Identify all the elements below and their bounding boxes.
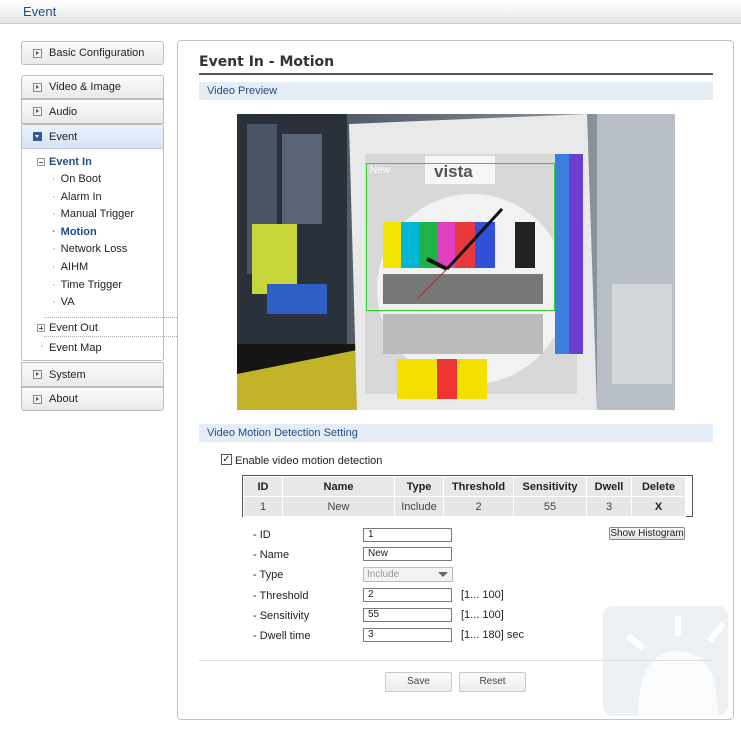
column-header: Name: [282, 476, 395, 497]
section-header-video-preview: Video Preview: [199, 82, 713, 100]
tree-item-event-map[interactable]: Event Map: [49, 342, 102, 354]
sensitivity-field[interactable]: 55: [363, 608, 452, 622]
cell-threshold: 2: [443, 496, 514, 517]
tree-item-on-boot[interactable]: · On Boot: [52, 173, 101, 185]
sidebar-item-label: System: [49, 368, 86, 381]
enable-motion-checkbox[interactable]: ✓: [221, 454, 232, 465]
divider: [199, 660, 713, 661]
sidebar-item-video-image[interactable]: Video & Image: [21, 75, 164, 99]
divider: [44, 336, 181, 337]
sidebar-item-audio[interactable]: Audio: [21, 99, 164, 124]
tree-item-manual-trigger[interactable]: · Manual Trigger: [52, 208, 134, 220]
cell-sensitivity: 55: [513, 496, 587, 517]
type-label: - Type: [253, 569, 284, 581]
sidebar-event-group: Event Event In · On Boot · Alarm In · Manua…: [21, 124, 181, 361]
enable-motion-label: Enable video motion detection: [235, 455, 383, 467]
sidebar-item-label: Video & Image: [49, 81, 121, 93]
sidebar-item-label: Audio: [49, 105, 78, 118]
sensitivity-label: - Sensitivity: [253, 610, 310, 622]
sidebar-item-system[interactable]: System: [21, 362, 164, 387]
window-title-bar: Event: [0, 0, 741, 24]
cell-id: 1: [243, 496, 283, 517]
tree-item-motion[interactable]: · Motion: [52, 226, 97, 238]
delete-button[interactable]: X: [631, 496, 686, 517]
expand-icon: [33, 48, 42, 58]
chevron-down-icon: [438, 572, 448, 577]
column-header: Threshold: [443, 476, 514, 497]
tree-item-event-in[interactable]: Event In: [49, 156, 92, 168]
main-panel: Event In - Motion Video Preview vista Ne…: [177, 40, 734, 720]
dwell-time-label: - Dwell time: [253, 630, 311, 642]
tree-dot: ·: [40, 340, 44, 352]
threshold-field[interactable]: 2: [363, 588, 452, 602]
expand-icon: [33, 82, 42, 92]
column-header: Type: [394, 476, 444, 497]
sidebar-item-basic-configuration[interactable]: Basic Configuration: [21, 41, 164, 65]
table-row[interactable]: 1 New Include 2 55 3 X: [243, 496, 686, 517]
show-histogram-button[interactable]: Show Histogram: [609, 527, 685, 540]
page-title: Event In - Motion: [199, 54, 335, 70]
column-header: Sensitivity: [513, 476, 587, 497]
save-button[interactable]: Save: [385, 672, 452, 692]
name-field[interactable]: New: [363, 547, 452, 561]
tree-item-network-loss[interactable]: · Network Loss: [52, 243, 127, 255]
detection-table: ID Name Type Threshold Sensitivity Dwell…: [242, 475, 693, 517]
dwell-time-field[interactable]: 3: [363, 628, 452, 642]
cell-type: Include: [394, 496, 444, 517]
title-underline: [199, 73, 713, 75]
sidebar-item-about[interactable]: About: [21, 387, 164, 411]
column-header: Delete: [631, 476, 686, 497]
alarm-light-icon: [603, 606, 728, 716]
tree-item-aihm[interactable]: · AIHM: [52, 261, 88, 273]
id-field[interactable]: 1: [363, 528, 452, 542]
column-header: ID: [243, 476, 283, 497]
expand-tree-icon[interactable]: [37, 324, 45, 332]
threshold-range: [1... 100]: [461, 589, 504, 601]
id-label: - ID: [253, 529, 271, 541]
cell-name: New: [282, 496, 395, 517]
table-header-row: ID Name Type Threshold Sensitivity Dwell…: [243, 476, 686, 497]
threshold-label: - Threshold: [253, 590, 309, 602]
expand-icon: [33, 370, 42, 379]
sidebar-item-label: About: [49, 393, 78, 405]
type-select: Include: [363, 567, 453, 582]
reset-button[interactable]: Reset: [459, 672, 526, 692]
tree-item-event-out[interactable]: Event Out: [49, 322, 98, 334]
name-label: - Name: [253, 549, 290, 561]
cell-dwell: 3: [586, 496, 632, 517]
window-title: Event: [23, 4, 57, 19]
section-header-detection: Video Motion Detection Setting: [199, 424, 713, 442]
dwell-time-range: [1... 180] sec: [461, 629, 524, 641]
sidebar-item-label: Basic Configuration: [49, 47, 145, 59]
sensitivity-range: [1... 100]: [461, 609, 504, 621]
detection-table-grid: ID Name Type Threshold Sensitivity Dwell…: [243, 476, 686, 517]
column-header: Dwell: [586, 476, 632, 497]
expand-icon: [33, 107, 42, 116]
divider: [44, 317, 181, 318]
motion-region-box[interactable]: New: [366, 163, 555, 311]
tree-item-time-trigger[interactable]: · Time Trigger: [52, 279, 122, 291]
tree-item-alarm-in[interactable]: · Alarm In: [52, 191, 102, 203]
sidebar-item-label: Event: [49, 130, 78, 143]
video-preview[interactable]: vista New: [237, 114, 675, 410]
sidebar-item-event[interactable]: Event: [22, 125, 163, 149]
collapse-tree-icon[interactable]: [37, 158, 45, 166]
collapse-icon: [33, 132, 42, 141]
tree-item-va[interactable]: · VA: [52, 296, 75, 308]
expand-icon: [33, 394, 42, 404]
motion-region-label: New: [370, 165, 391, 176]
